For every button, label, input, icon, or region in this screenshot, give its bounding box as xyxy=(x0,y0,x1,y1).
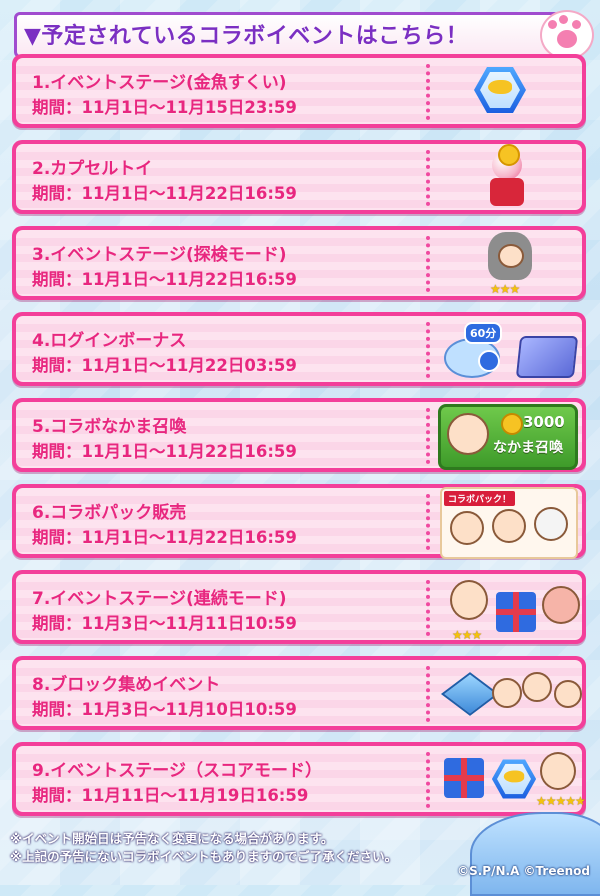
event-title: 8.ブロック集めイベント xyxy=(32,675,221,695)
character-face-icon xyxy=(554,680,582,708)
cat-costume-character-icon xyxy=(488,232,532,282)
divider xyxy=(426,408,430,464)
event-period: 期間：11月1日〜11月22日16:59 xyxy=(32,442,297,461)
time-badge: 60分 xyxy=(464,322,503,344)
event-card-4[interactable]: 4.ログインボーナス 期間：11月1日〜11月22日03:59 60分 xyxy=(12,312,586,386)
event-period: 期間：11月3日〜11月10日10:59 xyxy=(32,700,297,719)
event-card-6[interactable]: 6.コラボパック販売 期間：11月1日〜11月22日16:59 コラボパック！ xyxy=(12,484,586,559)
note-1: ※イベント開始日は予告なく変更になる場合があります。 xyxy=(10,831,334,846)
event-card-1[interactable]: 1.イベントステージ(金魚すくい) 期間：11月1日〜11月15日23:59 xyxy=(12,54,586,128)
divider xyxy=(426,322,430,378)
pack-label: コラボパック！ xyxy=(444,491,516,506)
divider xyxy=(426,752,430,808)
event-title: 3.イベントステージ(探検モード) xyxy=(32,245,287,265)
summon-label: なかま召喚 xyxy=(493,440,563,456)
coin-icon xyxy=(501,413,523,435)
whale-decoration-icon xyxy=(470,812,600,896)
header: ▼予定されているコラボイベントはこちら！ xyxy=(0,6,600,60)
character-face-icon xyxy=(492,678,522,708)
copyright: ©S.P/N.A ©Treenod xyxy=(457,864,590,878)
event-title: 1.イベントステージ(金魚すくい) xyxy=(32,73,287,93)
event-card-7[interactable]: 7.イベントステージ(連続モード) 期間：11月3日〜11月11日10:59 ★… xyxy=(12,570,586,644)
event-period: 期間：11月1日〜11月22日16:59 xyxy=(32,528,297,547)
collab-pack-icon: コラボパック！ xyxy=(440,487,578,559)
gachapon-machine-icon xyxy=(488,144,526,210)
gift-icon xyxy=(496,592,536,632)
divider xyxy=(426,150,430,206)
star-rating: ★★★ xyxy=(490,282,520,296)
divider xyxy=(426,236,430,292)
note-2: ※上記の予告にないコラボイベントもありますのでご了承ください。 xyxy=(10,849,398,864)
event-card-9[interactable]: 9.イベントステージ（スコアモード） 期間：11月11日〜11月19日16:59… xyxy=(12,742,586,816)
page-title: ▼予定されているコラボイベントはこちら！ xyxy=(24,24,469,49)
event-period: 期間：11月1日〜11月22日16:59 xyxy=(32,184,297,203)
divider xyxy=(426,666,430,722)
event-title: 6.コラボパック販売 xyxy=(32,503,187,523)
event-title: 4.ログインボーナス xyxy=(32,331,187,351)
event-title: 5.コラボなかま召喚 xyxy=(32,417,187,437)
divider xyxy=(426,64,430,120)
event-card-5[interactable]: 5.コラボなかま召喚 期間：11月1日〜11月22日16:59 3000 なかま… xyxy=(12,398,586,472)
paw-icon xyxy=(540,10,594,60)
divider xyxy=(426,580,430,636)
star-rating: ★★★ xyxy=(452,628,482,642)
character-face-icon xyxy=(540,752,576,790)
divider xyxy=(426,494,430,550)
event-card-8[interactable]: 8.ブロック集めイベント 期間：11月3日〜11月10日10:59 xyxy=(12,656,586,730)
event-title: 7.イベントステージ(連続モード) xyxy=(32,589,287,609)
event-period: 期間：11月1日〜11月22日16:59 xyxy=(32,270,297,289)
star-rating: ★★★★★ xyxy=(536,794,586,808)
event-card-3[interactable]: 3.イベントステージ(探検モード) 期間：11月1日〜11月22日16:59 ★… xyxy=(12,226,586,300)
event-card-2[interactable]: 2.カプセルトイ 期間：11月1日〜11月22日16:59 xyxy=(12,140,586,214)
summon-button[interactable]: 3000 なかま召喚 xyxy=(438,404,578,470)
event-period: 期間：11月1日〜11月15日23:59 xyxy=(32,98,297,117)
character-face-icon xyxy=(522,672,552,702)
gift-icon xyxy=(444,758,484,798)
time-boost-ticket-icon: 60分 xyxy=(444,320,579,378)
event-period: 期間：11月3日〜11月11日10:59 xyxy=(32,614,297,633)
event-title: 9.イベントステージ（スコアモード） xyxy=(32,761,322,781)
summon-cost: 3000 xyxy=(523,413,565,431)
event-title: 2.カプセルトイ xyxy=(32,159,153,179)
event-period: 期間：11月11日〜11月19日16:59 xyxy=(32,786,309,805)
event-period: 期間：11月1日〜11月22日03:59 xyxy=(32,356,297,375)
